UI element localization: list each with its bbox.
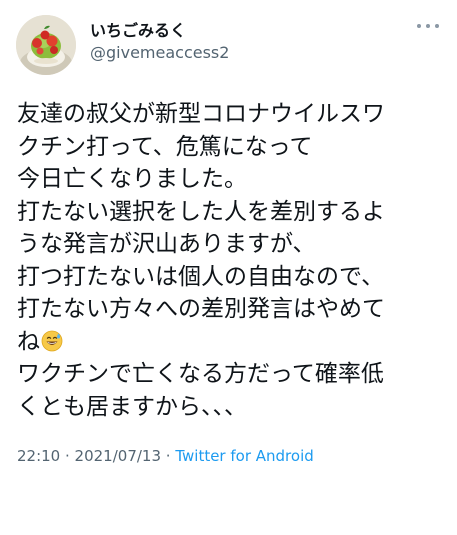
more-dot [435, 24, 439, 28]
avatar-image [16, 15, 76, 75]
tweet-card: いちごみるく @givemeaccess2 友達の叔父が新型コロナウイルスワ ク… [0, 0, 457, 535]
tweet-line-with-emoji: ね [17, 326, 441, 359]
display-name[interactable]: いちごみるく [90, 20, 229, 42]
tweet-line: うな発言が沢山ありますが、 [17, 231, 316, 257]
tweet-line: 打つ打たないは個人の自由なので、 [17, 263, 385, 290]
tweet-date[interactable]: 2021/07/13 [75, 447, 161, 465]
user-handle[interactable]: @givemeaccess2 [90, 42, 229, 64]
more-dot [417, 24, 421, 28]
tweet-line: 友達の叔父が新型コロナウイルスワ [17, 101, 385, 127]
tweet-header: いちごみるく @givemeaccess2 [16, 14, 441, 76]
tweet-line: くとも居ますから、、、 [17, 393, 247, 420]
tweet-source-link[interactable]: Twitter for Android [175, 447, 313, 465]
tweet-line: クチン打って、危篤になって [17, 133, 313, 160]
more-dot [426, 24, 430, 28]
grinning-sweat-emoji-icon [41, 330, 63, 351]
tweet-text: 友達の叔父が新型コロナウイルスワ クチン打って、危篤になって 今日亡くなりました… [17, 98, 441, 423]
tweet-time[interactable]: 22:10 [17, 447, 60, 465]
tweet-line-text: ね [17, 328, 40, 355]
user-names: いちごみるく @givemeaccess2 [90, 20, 229, 64]
meta-separator: · [161, 447, 176, 465]
tweet-line: 今日亡くなりました。 [17, 166, 247, 192]
tweet-line: ワクチンで亡くなる方だって確率低 [17, 361, 384, 387]
tweet-line: 打たない選択をした人を差別するよ [17, 198, 385, 225]
meta-separator: · [60, 447, 75, 465]
tweet-line: 打たない方々への差別発言はやめて [17, 296, 385, 322]
more-options-icon[interactable] [417, 20, 439, 32]
avatar[interactable] [16, 15, 76, 75]
tweet-metadata: 22:10 · 2021/07/13 · Twitter for Android [17, 446, 441, 466]
